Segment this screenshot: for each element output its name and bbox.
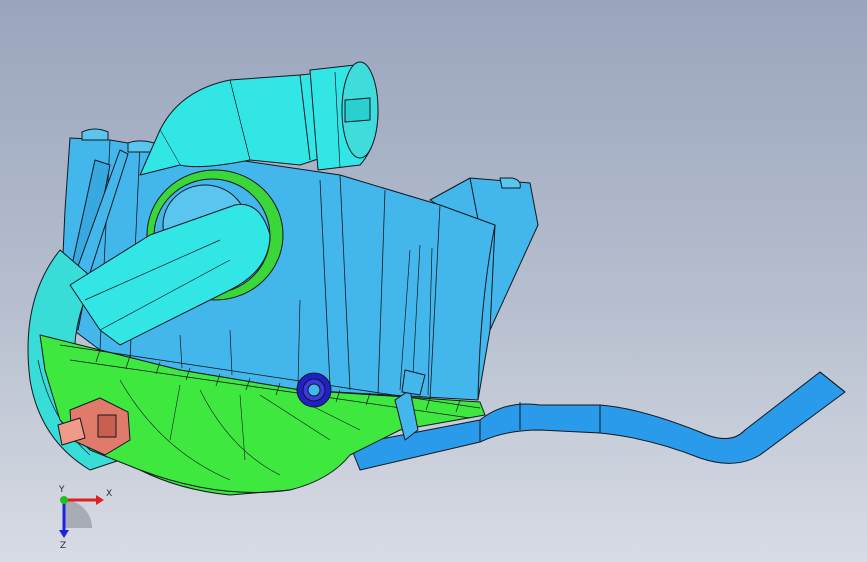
coordinate-triad: X Y Z xyxy=(58,485,112,550)
model-render[interactable] xyxy=(0,0,867,562)
y-axis-label: Y xyxy=(58,485,65,495)
duct-cuff[interactable] xyxy=(309,61,379,171)
z-axis-arrowhead xyxy=(59,530,69,538)
hose-clamp[interactable] xyxy=(296,372,332,408)
cad-viewport[interactable]: X Y Z xyxy=(0,0,867,562)
y-axis-dot xyxy=(60,496,68,504)
triad-shadow xyxy=(64,500,92,528)
x-axis-label: X xyxy=(106,489,112,499)
x-axis-arrowhead xyxy=(96,495,104,505)
z-axis-label: Z xyxy=(60,541,66,550)
